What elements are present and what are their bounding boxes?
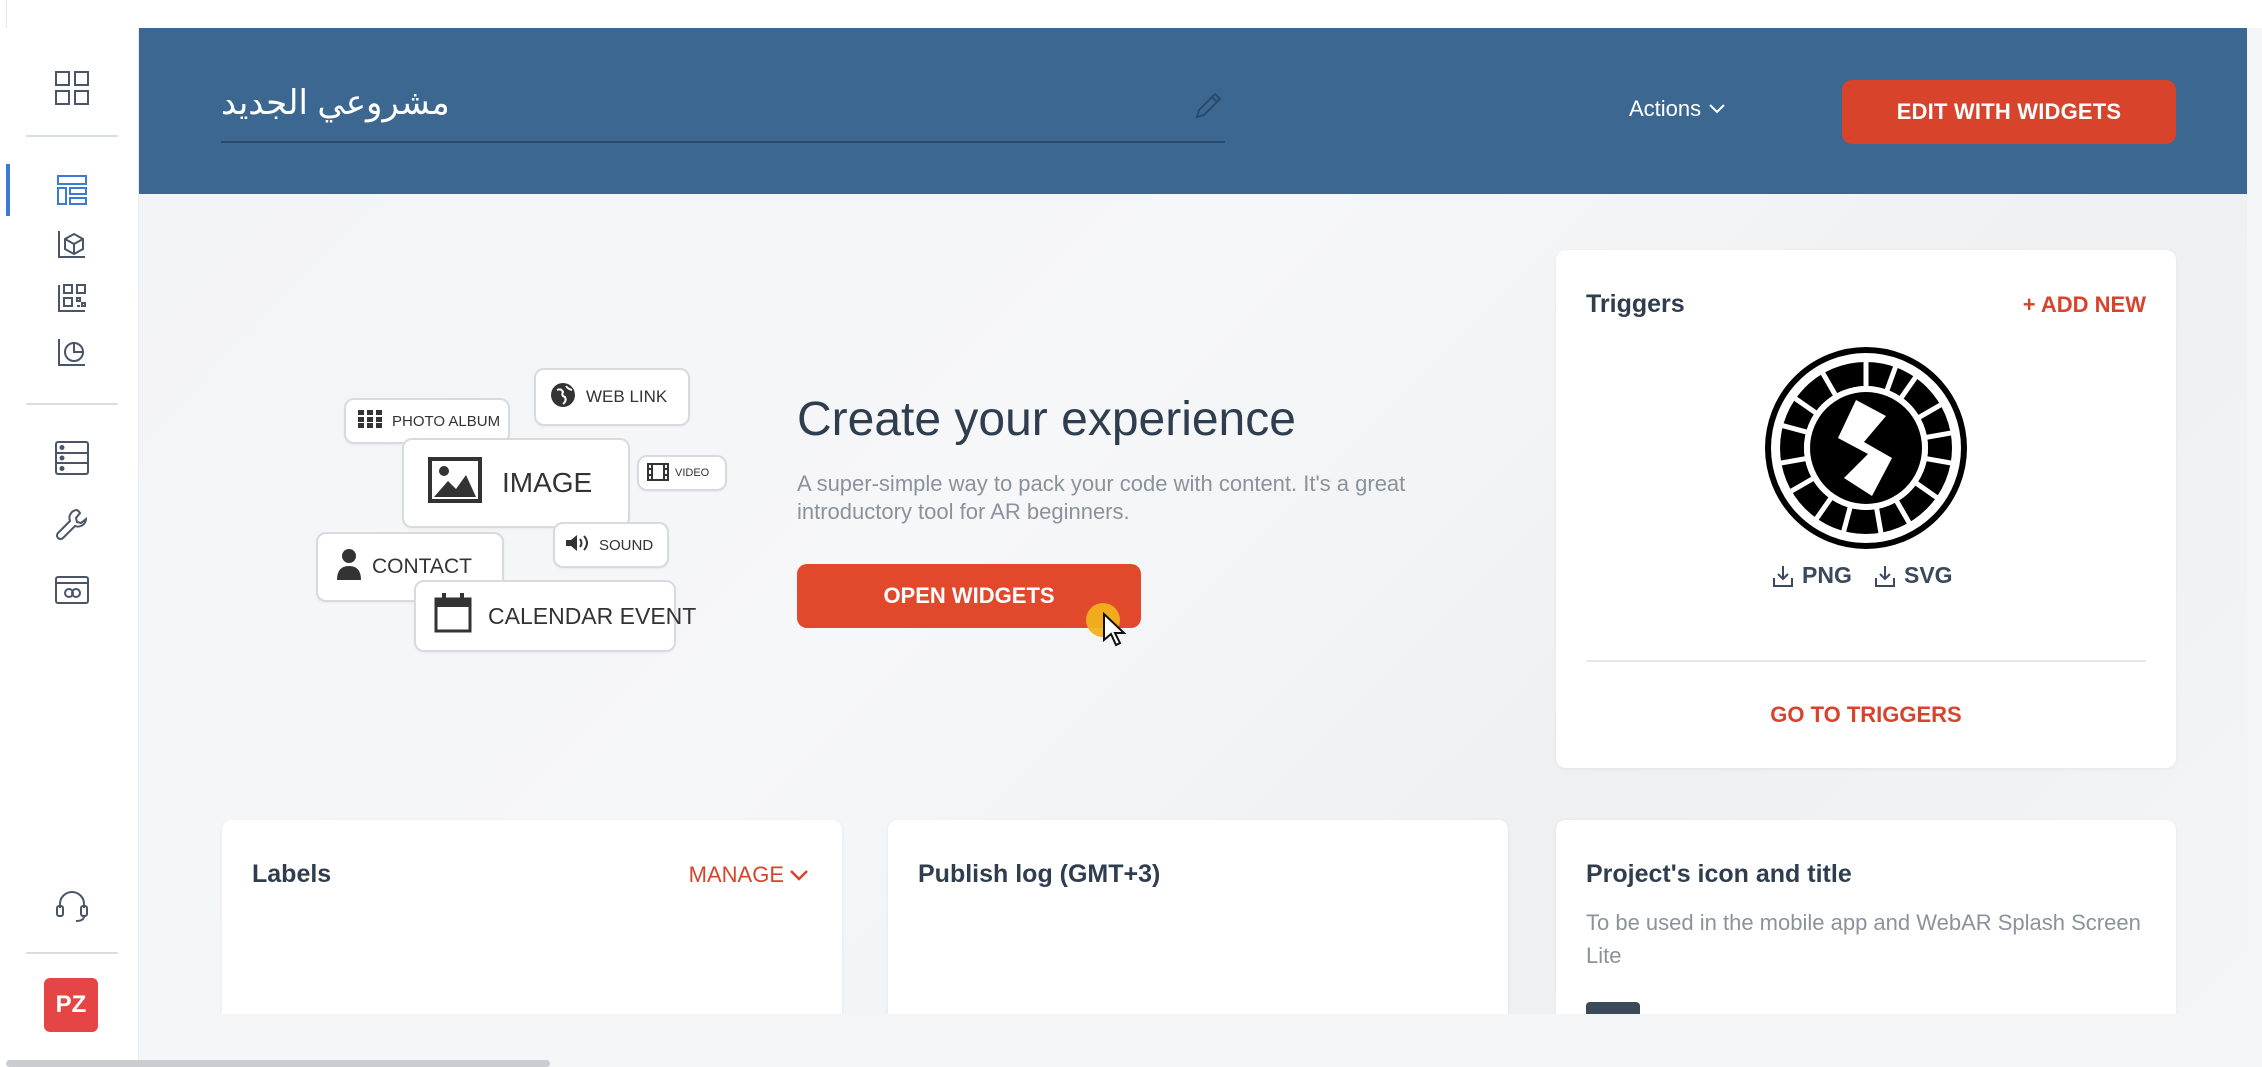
film-icon (647, 462, 669, 484)
photo-album-label: PHOTO ALBUM (392, 412, 501, 430)
actions-menu[interactable]: Actions (1629, 96, 1725, 122)
image-label: IMAGE (502, 467, 593, 498)
globe-icon (550, 382, 576, 413)
create-subtitle: A super-simple way to pack your code wit… (797, 471, 1406, 524)
video-label: VIDEO (675, 467, 710, 479)
person-icon (336, 548, 362, 586)
grid-icon[interactable] (52, 68, 92, 108)
calendar-icon (434, 593, 472, 639)
project-icon-description: To be used in the mobile app and WebAR S… (1586, 910, 2141, 968)
sidebar: PZ (6, 28, 139, 1067)
project-title[interactable]: مشروعي الجديد (221, 83, 450, 123)
project-icon-title: Project's icon and title (1586, 860, 1852, 888)
sidebar-active-indicator (6, 164, 10, 216)
chevron-down-icon (1709, 104, 1725, 114)
web-link-chip: WEB LINK (534, 368, 690, 426)
analytics-icon[interactable] (52, 332, 92, 372)
speaker-icon (565, 533, 591, 557)
calendar-event-label: CALENDAR EVENT (488, 602, 697, 629)
calendar-event-chip: CALENDAR EVENT (414, 580, 696, 652)
create-title: Create your experience (797, 393, 1296, 446)
layout-icon[interactable] (52, 170, 92, 210)
triggers-title: Triggers (1586, 290, 1685, 318)
labels-title: Labels (252, 860, 332, 888)
triggers-card: Triggers + ADD NEW PNG SVG GO TO TRIGGER… (1556, 250, 2176, 768)
sidebar-divider (26, 135, 118, 137)
horizontal-scrollbar[interactable] (6, 1060, 550, 1067)
manage-labels-link[interactable]: MANAGE (689, 862, 808, 888)
grid-photo-icon (358, 410, 382, 432)
project-header: مشروعي الجديد Actions EDIT WITH WIDGETS (139, 28, 2247, 194)
project-title-field[interactable]: مشروعي الجديد (221, 83, 1225, 143)
list-icon[interactable] (52, 438, 92, 478)
webar-icon[interactable] (52, 570, 92, 610)
contact-label: CONTACT (372, 555, 472, 578)
card-divider (1586, 660, 2146, 662)
page-right-edge (2247, 28, 2262, 1067)
actions-label: Actions (1629, 96, 1702, 121)
download-png-button[interactable]: PNG (1772, 562, 1852, 589)
png-label: PNG (1802, 562, 1852, 588)
publish-log-title: Publish log (GMT+3) (918, 860, 1161, 888)
sound-label: SOUND (599, 536, 654, 554)
wrench-icon[interactable] (52, 504, 92, 544)
trigger-marker-image[interactable] (1764, 346, 1968, 555)
chevron-down-icon (790, 869, 808, 881)
cube-icon[interactable] (52, 224, 92, 264)
pencil-icon[interactable] (1191, 89, 1225, 123)
go-to-triggers-link[interactable]: GO TO TRIGGERS (1556, 702, 2176, 728)
add-new-trigger-link[interactable]: + ADD NEW (2023, 292, 2146, 318)
image-icon (428, 456, 482, 510)
web-link-label: WEB LINK (586, 387, 668, 406)
sound-chip: SOUND (553, 522, 669, 568)
download-icon (1773, 565, 1793, 587)
user-avatar[interactable]: PZ (44, 978, 98, 1032)
video-chip: VIDEO (637, 455, 727, 491)
manage-label: MANAGE (688, 862, 784, 887)
svg-label: SVG (1904, 562, 1953, 588)
qr-code-icon[interactable] (52, 278, 92, 318)
browser-top-strip (0, 0, 2262, 29)
edit-with-widgets-button[interactable]: EDIT WITH WIDGETS (1842, 80, 2176, 144)
support-icon[interactable] (52, 886, 92, 926)
image-chip: IMAGE (402, 438, 630, 528)
mouse-pointer-icon (1102, 611, 1128, 653)
download-svg-button[interactable]: SVG (1874, 562, 1953, 589)
sidebar-divider (26, 403, 118, 405)
download-icon (1875, 565, 1895, 587)
sidebar-divider (26, 952, 118, 954)
